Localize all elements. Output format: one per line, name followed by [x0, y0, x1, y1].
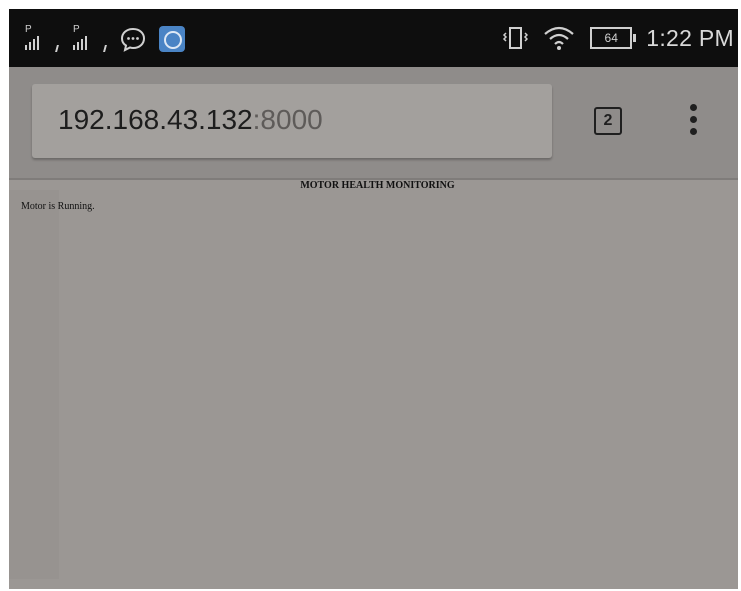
web-page: MOTOR HEALTH MONITORING Motor is Running… [9, 180, 738, 589]
browser-toolbar: 192.168.43.132:8000 2 [9, 67, 738, 180]
url-host: 192.168.43.132 [58, 104, 253, 135]
tab-switcher-button[interactable]: 2 [594, 107, 622, 135]
status-bar-right: 64 1:22 PM [502, 21, 738, 55]
address-bar[interactable]: 192.168.43.132:8000 [32, 84, 552, 158]
message-bubble-icon [120, 27, 146, 52]
status-bar: P P 64 1:22 PM [9, 9, 738, 67]
page-edge-shadow [9, 190, 59, 579]
url-text[interactable]: 192.168.43.132:8000 [58, 104, 323, 136]
status-bar-time: 1:22 PM [646, 24, 734, 51]
vibrate-icon [503, 27, 529, 49]
wifi-icon [544, 26, 574, 50]
status-bar-left: P P [23, 23, 185, 55]
sim1-label: P [25, 24, 32, 35]
url-port: :8000 [252, 104, 323, 135]
signal-sim2-icon: P [71, 24, 111, 54]
app-notification-icon [159, 26, 185, 52]
battery-icon: 64 [590, 27, 637, 49]
overflow-menu-icon[interactable] [685, 104, 701, 140]
motor-status-text: Motor is Running. [21, 201, 95, 212]
phone-screen: P P 64 1:22 PM 192.168.43.132:8000 2 MOT… [9, 9, 738, 589]
page-title: MOTOR HEALTH MONITORING [300, 180, 455, 191]
sim2-label: P [73, 24, 80, 35]
signal-sim1-icon: P [23, 24, 63, 54]
